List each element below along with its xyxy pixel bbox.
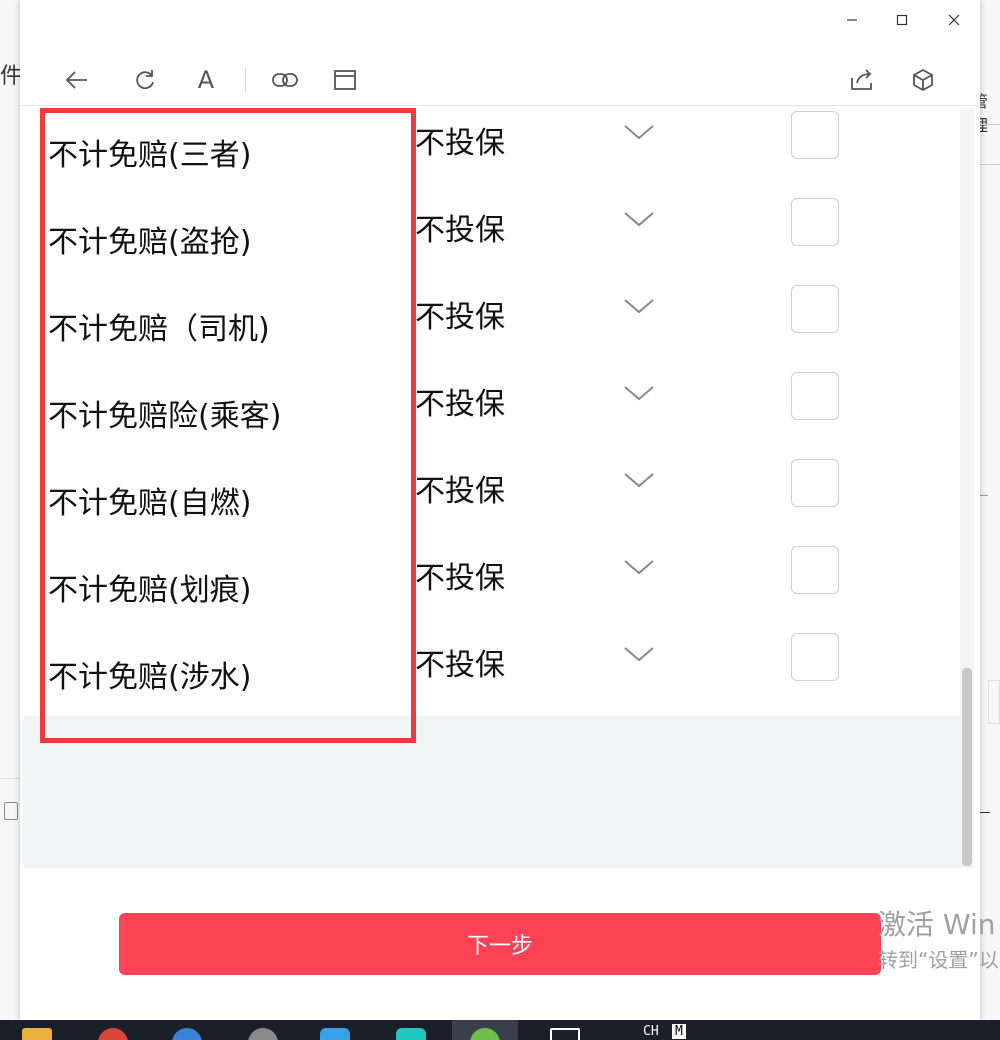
coverage-label: 不计免赔(划痕) xyxy=(48,573,252,608)
coverage-label: 不计免赔险(乘客) xyxy=(48,399,282,434)
background-divider xyxy=(980,164,1000,165)
app-icon[interactable] xyxy=(98,1028,128,1040)
language-indicator[interactable]: CH xyxy=(643,1024,659,1039)
back-arrow-icon[interactable] xyxy=(59,62,95,98)
ime-indicator[interactable]: M xyxy=(672,1024,686,1039)
chevron-down-icon[interactable] xyxy=(623,381,655,405)
checkbox[interactable] xyxy=(791,372,839,420)
close-icon[interactable] xyxy=(932,4,976,36)
coverage-value[interactable]: 不投保 xyxy=(415,118,505,162)
window-icon[interactable] xyxy=(550,1028,580,1040)
cube-icon[interactable] xyxy=(905,62,941,98)
checkbox[interactable] xyxy=(791,198,839,246)
taskbar: CH M xyxy=(0,1020,1000,1040)
chevron-down-icon[interactable] xyxy=(623,207,655,231)
checkbox[interactable] xyxy=(791,285,839,333)
window-icon[interactable] xyxy=(327,62,363,98)
scrollbar-thumb[interactable] xyxy=(962,668,972,866)
coverage-label: 不计免赔(涉水) xyxy=(48,660,252,695)
refresh-icon[interactable] xyxy=(127,62,163,98)
coverage-label: 不计免赔(三者) xyxy=(48,138,252,173)
background-divider xyxy=(980,124,1000,125)
browser-icon[interactable] xyxy=(172,1028,202,1040)
file-icon xyxy=(4,802,18,820)
coverage-value[interactable]: 不投保 xyxy=(415,292,505,336)
text-icon[interactable]: A xyxy=(188,62,224,98)
app-icon[interactable] xyxy=(248,1028,278,1040)
browser-window: A 不计免赔(三者) 不投保 不计免赔(盗抢) 不投保 不计免赔（司机) 不投保… xyxy=(20,0,980,1020)
checkbox[interactable] xyxy=(791,459,839,507)
background-divider xyxy=(980,812,990,813)
background-divider xyxy=(980,495,988,496)
chevron-down-icon[interactable] xyxy=(623,642,655,666)
app-icon[interactable] xyxy=(396,1028,426,1040)
toolbar-separator xyxy=(245,68,246,92)
coverage-list: 不计免赔(三者) 不投保 不计免赔(盗抢) 不投保 不计免赔（司机) 不投保 不… xyxy=(23,108,960,716)
chevron-down-icon[interactable] xyxy=(623,294,655,318)
content-area: 不计免赔(三者) 不投保 不计免赔(盗抢) 不投保 不计免赔（司机) 不投保 不… xyxy=(23,108,960,868)
coverage-label: 不计免赔（司机) xyxy=(48,312,270,347)
coverage-value[interactable]: 不投保 xyxy=(415,466,505,510)
coverage-value[interactable]: 不投保 xyxy=(415,640,505,684)
coverage-value[interactable]: 不投保 xyxy=(415,553,505,597)
file-explorer-icon[interactable] xyxy=(22,1028,52,1040)
background-text-left: 件 xyxy=(0,64,23,89)
activation-watermark: 激活 Win xyxy=(878,908,996,941)
minimize-icon[interactable] xyxy=(830,4,874,36)
checkbox[interactable] xyxy=(791,111,839,159)
coverage-value[interactable]: 不投保 xyxy=(415,205,505,249)
background-divider xyxy=(0,778,20,779)
next-step-button[interactable]: 下一步 xyxy=(119,913,881,975)
list-item: 不计免赔(三者) 不投保 xyxy=(23,108,960,195)
list-item: 不计免赔（司机) 不投保 xyxy=(23,282,960,369)
share-icon[interactable] xyxy=(844,62,880,98)
coverage-value[interactable]: 不投保 xyxy=(415,379,505,423)
background-panel xyxy=(988,680,1000,724)
list-item: 不计免赔险(乘客) 不投保 xyxy=(23,369,960,456)
maximize-icon[interactable] xyxy=(880,4,924,36)
scrollbar[interactable] xyxy=(960,108,974,868)
app-icon[interactable] xyxy=(320,1028,350,1040)
title-bar xyxy=(20,0,980,40)
checkbox[interactable] xyxy=(791,546,839,594)
list-item: 不计免赔(划痕) 不投保 xyxy=(23,543,960,630)
chevron-down-icon[interactable] xyxy=(623,120,655,144)
list-item: 不计免赔(涉水) 不投保 xyxy=(23,630,960,717)
checkbox[interactable] xyxy=(791,633,839,681)
chevron-down-icon[interactable] xyxy=(623,468,655,492)
link-icon[interactable] xyxy=(267,62,303,98)
toolbar: A xyxy=(20,56,980,106)
coverage-label: 不计免赔(自燃) xyxy=(48,486,252,521)
chevron-down-icon[interactable] xyxy=(623,555,655,579)
coverage-label: 不计免赔(盗抢) xyxy=(48,225,252,260)
list-item: 不计免赔(盗抢) 不投保 xyxy=(23,195,960,282)
activation-watermark-hint: 转到“设置”以 xyxy=(878,948,999,972)
list-item: 不计免赔(自燃) 不投保 xyxy=(23,456,960,543)
